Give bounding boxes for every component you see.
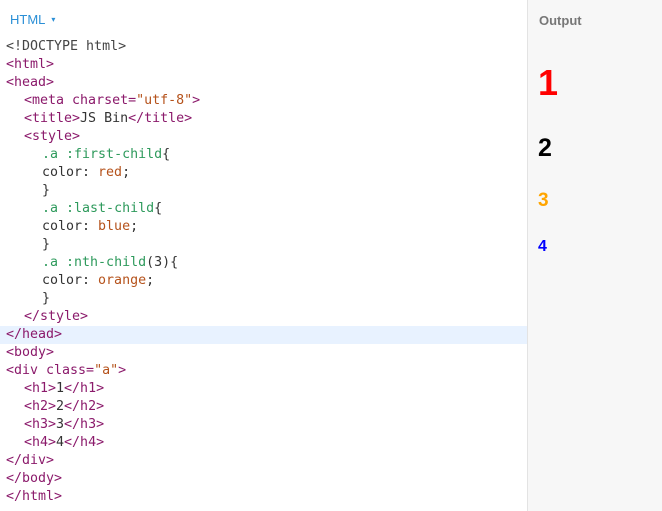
code-area[interactable]: <!DOCTYPE html> <html> <head> <meta char… — [0, 38, 527, 506]
code-line[interactable]: .a :first-child{ — [0, 146, 527, 164]
code-token: 4 — [56, 435, 65, 450]
code-line[interactable]: <html> — [0, 56, 527, 74]
output-h3: 3 — [538, 190, 549, 211]
code-token: (3){ — [146, 255, 179, 270]
code-token: 3 — [56, 417, 65, 432]
code-line[interactable]: <h2>2</h2> — [0, 398, 527, 416]
code-token: color: — [42, 165, 99, 180]
code-line[interactable]: } — [0, 236, 527, 254]
code-token: </h3> — [64, 417, 105, 432]
code-token: </div> — [6, 453, 55, 468]
html-editor-panel[interactable]: HTML ▾ <!DOCTYPE html> <html> <head> <me… — [0, 0, 527, 511]
code-line[interactable]: </html> — [0, 488, 527, 506]
code-line[interactable]: color: blue; — [0, 218, 527, 236]
code-token: ; — [146, 273, 155, 288]
code-line[interactable]: <h4>4</h4> — [0, 434, 527, 452]
code-line[interactable]: <!DOCTYPE html> — [0, 38, 527, 56]
code-token: <h4> — [24, 435, 57, 450]
code-line[interactable]: <title>JS Bin</title> — [0, 110, 527, 128]
code-token: <html> — [6, 57, 55, 72]
code-line[interactable]: </div> — [0, 452, 527, 470]
code-line[interactable]: </body> — [0, 470, 527, 488]
code-token: </title> — [128, 111, 193, 126]
code-token: :nth-child — [66, 255, 147, 270]
code-line[interactable]: <meta charset="utf-8"> — [0, 92, 527, 110]
code-token: </h2> — [64, 399, 105, 414]
code-token: } — [42, 291, 51, 306]
code-line[interactable]: <body> — [0, 344, 527, 362]
code-token: { — [162, 147, 171, 162]
code-token: <h3> — [24, 417, 57, 432]
code-token: </h4> — [64, 435, 105, 450]
html-panel-label: HTML — [10, 12, 46, 27]
code-token: <h1> — [24, 381, 57, 396]
code-token: .a — [42, 201, 67, 216]
code-token: <div — [6, 363, 47, 378]
code-token: } — [42, 237, 51, 252]
code-token: charset= — [72, 93, 137, 108]
code-line[interactable]: } — [0, 290, 527, 308]
code-token: 2 — [56, 399, 65, 414]
code-line[interactable]: .a :nth-child(3){ — [0, 254, 527, 272]
code-token: 1 — [56, 381, 65, 396]
code-token: </head> — [6, 327, 63, 342]
code-line[interactable]: color: orange; — [0, 272, 527, 290]
code-line[interactable]: .a :last-child{ — [0, 200, 527, 218]
code-token: "utf-8" — [136, 93, 193, 108]
code-token: </h1> — [64, 381, 105, 396]
code-token: } — [42, 183, 51, 198]
output-h4: 4 — [538, 238, 547, 255]
code-line[interactable]: } — [0, 182, 527, 200]
code-token: :last-child — [66, 201, 155, 216]
code-token: <body> — [6, 345, 55, 360]
code-token: </body> — [6, 471, 63, 486]
code-line[interactable]: <head> — [0, 74, 527, 92]
code-token: blue — [98, 219, 131, 234]
code-line-active[interactable]: </head> — [0, 326, 527, 344]
code-line[interactable]: <h3>3</h3> — [0, 416, 527, 434]
code-token: ; — [130, 219, 139, 234]
code-line[interactable]: <style> — [0, 128, 527, 146]
code-token: .a — [42, 255, 67, 270]
code-token: color: — [42, 219, 99, 234]
code-token: "a" — [94, 363, 119, 378]
output-panel-label: Output — [539, 13, 582, 28]
code-token: > — [192, 93, 201, 108]
code-token: .a — [42, 147, 67, 162]
code-line[interactable]: </style> — [0, 308, 527, 326]
code-token: > — [118, 363, 127, 378]
code-token: :first-child — [66, 147, 163, 162]
code-token: ; — [122, 165, 131, 180]
output-h2: 2 — [538, 134, 552, 162]
code-line[interactable]: color: red; — [0, 164, 527, 182]
chevron-down-icon: ▾ — [51, 15, 56, 24]
code-token: class= — [46, 363, 95, 378]
code-token: <title> — [24, 111, 81, 126]
code-token: color: — [42, 273, 99, 288]
code-token: <meta — [24, 93, 73, 108]
code-token: red — [98, 165, 123, 180]
code-token: <head> — [6, 75, 55, 90]
code-token: <h2> — [24, 399, 57, 414]
code-token: JS Bin — [80, 111, 129, 126]
code-token: { — [154, 201, 163, 216]
output-panel: Output 1 2 3 4 — [528, 0, 662, 511]
code-token: <style> — [24, 129, 81, 144]
code-token: orange — [98, 273, 147, 288]
code-line[interactable]: <div class="a"> — [0, 362, 527, 380]
code-line[interactable]: <h1>1</h1> — [0, 380, 527, 398]
code-token: </html> — [6, 489, 63, 504]
output-h1: 1 — [538, 62, 559, 103]
code-token: </style> — [24, 309, 89, 324]
code-token: <!DOCTYPE html> — [6, 39, 127, 54]
html-panel-dropdown[interactable]: HTML ▾ — [10, 12, 55, 27]
